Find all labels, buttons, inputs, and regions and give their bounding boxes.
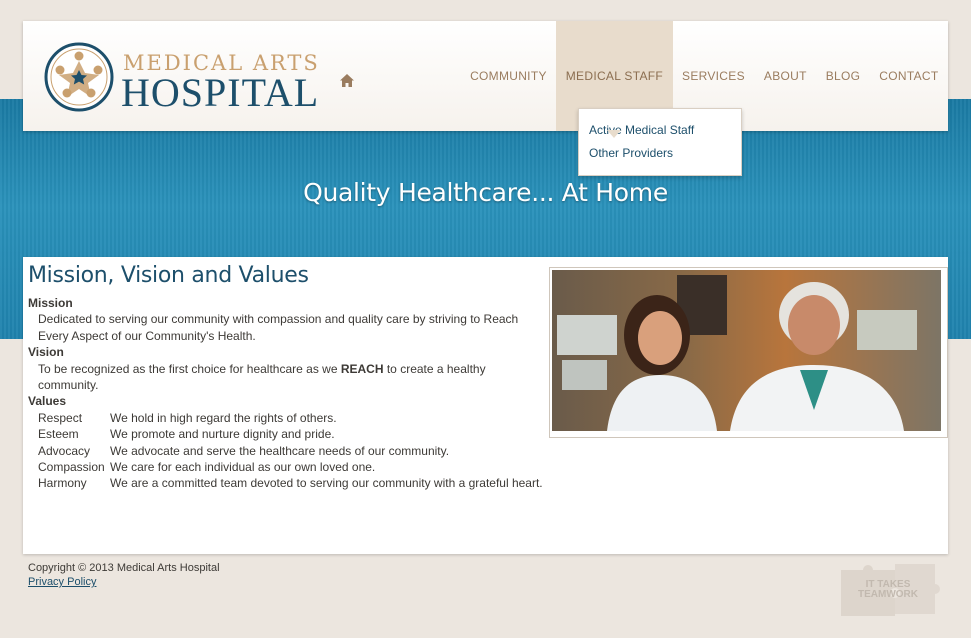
main-content: Mission, Vision and Values Mission Dedic… bbox=[23, 257, 948, 554]
value-row: Advocacy We advocate and serve the health… bbox=[38, 443, 543, 459]
value-term: Compassion bbox=[38, 460, 105, 475]
value-desc: We are a committed team devoted to servi… bbox=[110, 476, 543, 491]
teamwork-puzzle-icon: IT TAKES TEAMWORK bbox=[841, 564, 940, 616]
mission-text-1: Dedicated to serving our community with … bbox=[38, 312, 519, 327]
value-desc: We hold in high regard the rights of oth… bbox=[110, 410, 337, 425]
logo-emblem-icon bbox=[44, 42, 114, 112]
vision-heading: Vision bbox=[28, 345, 64, 360]
value-row: Compassion We care for each individual as… bbox=[38, 459, 543, 475]
home-icon[interactable] bbox=[339, 73, 355, 88]
value-desc: We advocate and serve the healthcare nee… bbox=[110, 443, 450, 458]
site-header: MEDICAL ARTS HOSPITAL COMMUNITY MEDICAL … bbox=[23, 21, 948, 138]
vision-text-bold: REACH bbox=[340, 361, 384, 376]
privacy-policy-link[interactable]: Privacy Policy bbox=[28, 576, 96, 588]
nav-about[interactable]: ABOUT bbox=[754, 21, 816, 131]
value-row: Respect We hold in high regard the rights… bbox=[38, 410, 543, 426]
value-desc: We care for each individual as our own l… bbox=[110, 460, 376, 475]
vision-text-before: To be recognized as the first choice for… bbox=[38, 361, 341, 376]
vision-text: To be recognized as the first choice for… bbox=[28, 361, 548, 394]
staff-photo-image bbox=[552, 270, 941, 431]
logo-text-bottom: HOSPITAL bbox=[121, 70, 320, 115]
value-row: Esteem We promote and nurture dignity and… bbox=[38, 426, 543, 442]
nav-contact[interactable]: CONTACT bbox=[870, 21, 948, 131]
teamwork-line2: TEAMWORK bbox=[858, 589, 919, 600]
medical-staff-dropdown: Active Medical Staff Other Providers bbox=[578, 108, 742, 176]
value-desc: We promote and nurture dignity and pride… bbox=[110, 427, 335, 442]
dropdown-item-active-medical-staff[interactable]: Active Medical Staff bbox=[579, 119, 741, 142]
mission-text-2: Every Aspect of our Community's Health. bbox=[38, 328, 256, 343]
page-title: Mission, Vision and Values bbox=[28, 263, 309, 288]
value-term: Esteem bbox=[38, 427, 79, 442]
mission-heading: Mission bbox=[28, 296, 73, 310]
hospital-logo[interactable]: MEDICAL ARTS HOSPITAL bbox=[43, 41, 318, 113]
dropdown-item-other-providers[interactable]: Other Providers bbox=[579, 142, 741, 165]
mission-vision-values: Mission Dedicated to serving our communi… bbox=[28, 295, 548, 492]
staff-photo bbox=[549, 267, 948, 438]
hero-tagline: Quality Healthcare... At Home bbox=[303, 178, 668, 207]
values-list: Respect We hold in high regard the rights… bbox=[38, 410, 543, 492]
footer-copyright: Copyright © 2013 Medical Arts Hospital bbox=[28, 562, 220, 574]
nav-blog[interactable]: BLOG bbox=[816, 21, 870, 131]
value-term: Harmony bbox=[38, 476, 87, 491]
nav-community[interactable]: COMMUNITY bbox=[461, 21, 557, 131]
values-heading: Values bbox=[28, 394, 67, 409]
value-term: Respect bbox=[38, 410, 83, 425]
value-term: Advocacy bbox=[38, 443, 91, 458]
value-row: Harmony We are a committed team devoted t… bbox=[38, 475, 543, 491]
